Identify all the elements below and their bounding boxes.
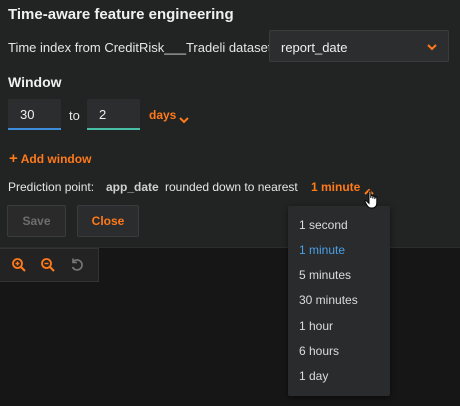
- chevron-down-icon: [179, 111, 189, 129]
- menu-item-1-second[interactable]: 1 second: [299, 218, 348, 232]
- prediction-point-label: Prediction point:: [8, 180, 95, 194]
- window-to-input[interactable]: 2: [87, 99, 140, 130]
- add-window-label: Add window: [20, 152, 92, 166]
- reset-icon[interactable]: [69, 257, 85, 278]
- rounding-unit-menu: 1 second 1 minute 5 minutes 30 minutes 1…: [288, 206, 390, 396]
- time-index-select[interactable]: report_date: [269, 30, 449, 62]
- feature-engineering-panel: Time-aware feature engineering Time inde…: [0, 0, 460, 248]
- zoom-toolbar: [0, 248, 99, 282]
- menu-item-1-hour[interactable]: 1 hour: [299, 319, 333, 333]
- window-from-value: 30: [20, 107, 35, 122]
- time-index-value: report_date: [281, 40, 348, 55]
- menu-item-6-hours[interactable]: 6 hours: [299, 344, 339, 358]
- zoom-in-icon[interactable]: [11, 257, 27, 278]
- chevron-down-icon: [426, 40, 438, 58]
- add-window-button[interactable]: + Add window: [9, 150, 91, 167]
- menu-item-5-minutes[interactable]: 5 minutes: [299, 268, 351, 282]
- prediction-point-column: app_date: [106, 180, 159, 194]
- window-from-input[interactable]: 30: [8, 99, 61, 130]
- rounding-unit-dropdown[interactable]: 1 minute: [311, 180, 360, 194]
- close-button[interactable]: Close: [77, 205, 139, 237]
- menu-item-1-minute[interactable]: 1 minute: [299, 243, 345, 257]
- save-button[interactable]: Save: [7, 205, 66, 237]
- zoom-out-icon[interactable]: [40, 257, 56, 278]
- hand-cursor-icon: [364, 190, 380, 215]
- plus-icon: +: [9, 150, 18, 167]
- window-to-label: to: [69, 108, 80, 123]
- time-index-label: Time index from CreditRisk___Tradeli dat…: [8, 40, 276, 55]
- rounded-down-text: rounded down to nearest: [165, 180, 298, 194]
- panel-title: Time-aware feature engineering: [8, 6, 234, 23]
- window-section-label: Window: [8, 74, 62, 90]
- menu-item-30-minutes[interactable]: 30 minutes: [299, 293, 358, 307]
- window-unit-dropdown[interactable]: days: [149, 108, 176, 122]
- window-to-value: 2: [99, 107, 107, 122]
- menu-item-1-day[interactable]: 1 day: [299, 369, 328, 383]
